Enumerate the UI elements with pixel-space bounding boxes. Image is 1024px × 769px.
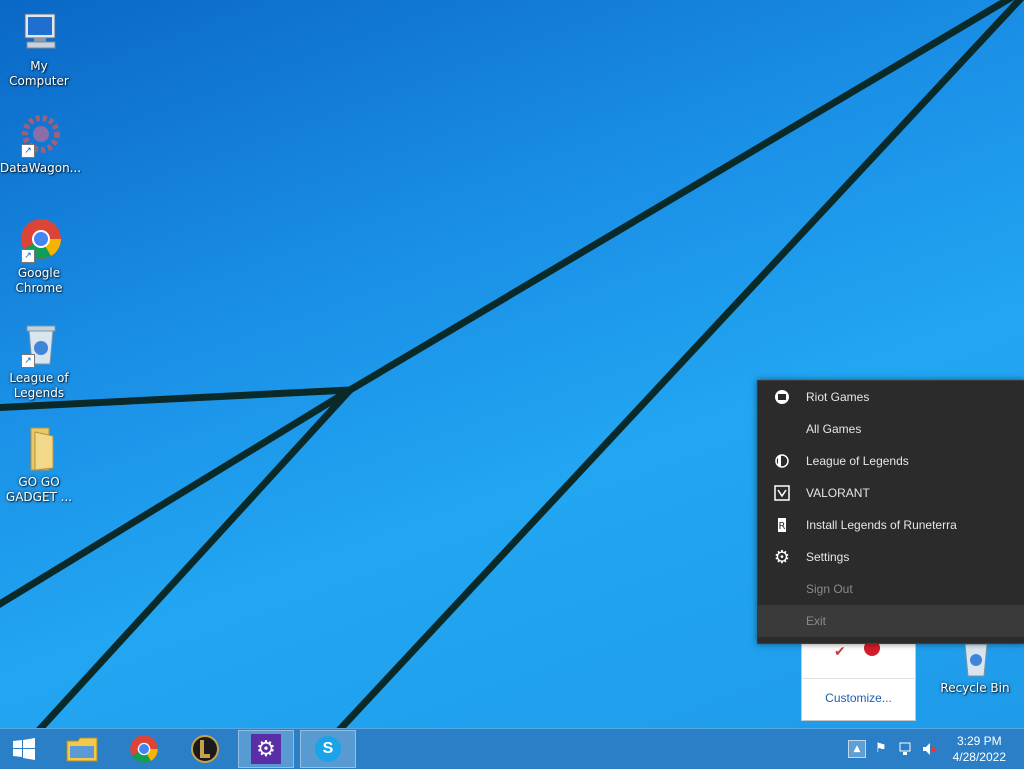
- desktop-icon-label: DataWagon...: [0, 161, 82, 175]
- gear-icon: ⚙: [773, 546, 791, 567]
- volume-muted-icon[interactable]: [922, 741, 938, 757]
- taskbar: ⚙ S ▲ ⚑ 3:29 PM 4/28/2022: [0, 728, 1024, 769]
- folder-icon: [15, 424, 63, 472]
- svg-text:R: R: [779, 521, 786, 532]
- tray-overflow-icons: ✔: [802, 638, 915, 679]
- start-button[interactable]: [0, 730, 48, 768]
- clock-date: 4/28/2022: [952, 750, 1006, 764]
- taskbar-file-explorer[interactable]: [54, 730, 110, 768]
- menu-item-all-games[interactable]: All Games: [758, 413, 1024, 445]
- valorant-icon: [758, 477, 806, 509]
- desktop-icon-google-chrome[interactable]: ↗ Google Chrome: [0, 215, 78, 296]
- customize-link[interactable]: Customize...: [802, 691, 915, 705]
- desktop-icon-go-go-gadget[interactable]: GO GO GADGET ...: [0, 424, 78, 505]
- taskbar-settings[interactable]: ⚙: [238, 730, 294, 768]
- skype-icon: S: [315, 736, 341, 762]
- datawagon-icon: ↗: [15, 110, 63, 158]
- riot-icon: [758, 381, 806, 413]
- menu-item-label: League of Legends: [806, 454, 909, 468]
- show-hidden-icons-button[interactable]: ▲: [848, 740, 866, 758]
- menu-item-sign-out[interactable]: Sign Out: [758, 573, 1024, 605]
- desktop-icon-league-of-legends[interactable]: ↗ League of Legends: [0, 320, 78, 401]
- desktop-icon-label: Recycle Bin: [940, 681, 1010, 695]
- menu-item-label: Riot Games: [806, 390, 870, 404]
- menu-item-label: Settings: [806, 550, 850, 564]
- desktop-icon-recycle-bin[interactable]: Recycle Bin: [936, 640, 1014, 696]
- menu-item-label: Sign Out: [806, 582, 853, 596]
- folder-icon: [66, 737, 98, 762]
- network-icon[interactable]: [899, 741, 915, 757]
- desktop-icon-label: Google Chrome: [15, 266, 63, 295]
- shortcut-arrow-icon: ↗: [21, 144, 35, 158]
- desktop-icon-label: My Computer: [9, 59, 69, 88]
- taskbar-clock[interactable]: 3:29 PM 4/28/2022: [953, 733, 1006, 765]
- taskbar-league-of-legends[interactable]: [177, 730, 233, 768]
- shortcut-arrow-icon: ↗: [21, 249, 35, 263]
- recycle-bin-style-icon: ↗: [15, 320, 63, 368]
- chrome-icon: [130, 735, 158, 763]
- runeterra-icon: R: [758, 509, 806, 541]
- menu-item-settings[interactable]: ⚙ Settings: [758, 541, 1024, 573]
- menu-item-league-of-legends[interactable]: League of Legends: [758, 445, 1024, 477]
- league-icon: [758, 445, 806, 477]
- league-icon: [191, 735, 219, 763]
- gear-icon: ⚙: [251, 734, 281, 764]
- chrome-icon: ↗: [15, 215, 63, 263]
- menu-item-label: Install Legends of Runeterra: [806, 518, 957, 532]
- clock-time: 3:29 PM: [956, 734, 1002, 748]
- windows-logo-icon: [13, 738, 35, 760]
- computer-icon: [15, 8, 63, 56]
- menu-item-label: VALORANT: [806, 486, 870, 500]
- menu-item-label: All Games: [806, 422, 862, 436]
- desktop-icon-my-computer[interactable]: My Computer: [0, 8, 78, 89]
- desktop-icon-label: League of Legends: [9, 371, 69, 400]
- desktop-icon-label: GO GO GADGET ...: [5, 475, 73, 504]
- recycle-bin-icon: [951, 640, 999, 678]
- desktop-icon-datawagon[interactable]: ↗ DataWagon...: [0, 110, 82, 176]
- valorant-tray-icon[interactable]: ✔: [834, 644, 846, 660]
- menu-item-exit[interactable]: Exit: [758, 605, 1024, 637]
- tray-overflow-popup: ✔ Customize...: [801, 637, 916, 721]
- menu-item-install-runeterra[interactable]: R Install Legends of Runeterra: [758, 509, 1024, 541]
- menu-item-riot-games[interactable]: Riot Games: [758, 381, 1024, 413]
- taskbar-skype[interactable]: S: [300, 730, 356, 768]
- menu-item-valorant[interactable]: VALORANT: [758, 477, 1024, 509]
- shortcut-arrow-icon: ↗: [21, 354, 35, 368]
- taskbar-chrome[interactable]: [116, 730, 172, 768]
- riot-context-menu: Riot Games All Games League of Legends V…: [757, 380, 1024, 644]
- action-center-flag-icon[interactable]: ⚑: [875, 741, 891, 757]
- menu-item-label: Exit: [806, 614, 827, 628]
